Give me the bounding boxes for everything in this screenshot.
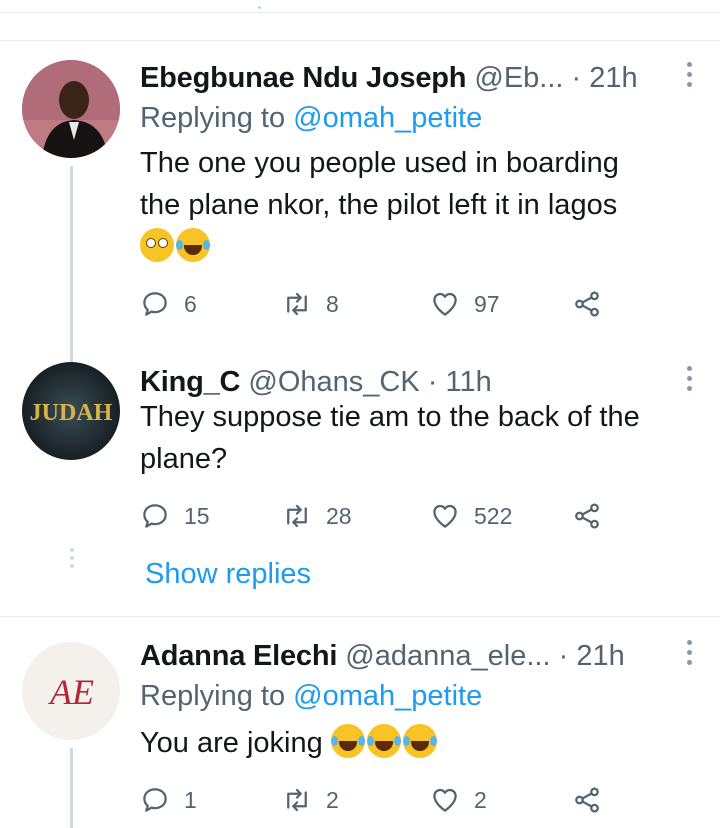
display-name[interactable]: King_C [140, 366, 241, 398]
top-dot [258, 6, 261, 9]
user-handle[interactable]: @Ohans_CK [248, 366, 419, 398]
top-divider [0, 12, 720, 13]
retweet-count: 28 [326, 502, 352, 529]
replying-to-link[interactable]: @omah_petite [293, 680, 482, 712]
divider [0, 40, 720, 41]
reply-count: 6 [184, 290, 197, 317]
like-button[interactable]: 97 [430, 284, 500, 324]
avatar-text: JUDAH [30, 400, 113, 426]
share-button[interactable] [572, 780, 616, 820]
like-count: 97 [474, 290, 500, 317]
tweet-header: Ebegbunae Ndu Joseph @Eb... · 21h [140, 58, 680, 98]
avatar-text: AE [48, 672, 94, 712]
replying-to: Replying to @omah_petite [140, 676, 482, 716]
tweet-actions: 15 28 522 [140, 496, 620, 536]
share-button[interactable] [572, 496, 616, 536]
display-name[interactable]: Ebegbunae Ndu Joseph [140, 62, 467, 94]
retweet-icon [287, 292, 307, 316]
avatar[interactable]: JUDAH [22, 362, 120, 460]
retweet-button[interactable]: 2 [282, 780, 339, 820]
tweet-text: You are joking [140, 722, 690, 764]
like-count: 2 [474, 786, 487, 813]
timestamp[interactable]: 21h [589, 62, 637, 94]
rolling-on-floor-laughing-icon [176, 228, 210, 262]
reply-button[interactable]: 6 [140, 284, 197, 324]
retweet-button[interactable]: 8 [282, 284, 339, 324]
tweet-header: Adanna Elechi @adanna_ele... · 21h [140, 636, 680, 676]
retweet-icon [287, 504, 307, 528]
tweet-text-line: The one you people used in boarding [140, 147, 619, 179]
reply-button[interactable]: 1 [140, 780, 197, 820]
display-name[interactable]: Adanna Elechi [140, 640, 337, 672]
like-count: 522 [474, 502, 513, 529]
more-options-icon[interactable] [686, 62, 694, 92]
heart-icon [433, 292, 457, 316]
more-options-icon[interactable] [686, 640, 694, 670]
more-options-icon[interactable] [686, 366, 694, 396]
retweet-icon [287, 788, 307, 812]
tweet-text-line: They suppose tie am to the back of the [140, 401, 640, 433]
emoji-row [140, 226, 690, 268]
retweet-count: 2 [326, 786, 339, 813]
face-with-tears-of-joy-icon [402, 724, 437, 758]
reply-button[interactable]: 15 [140, 496, 210, 536]
user-handle[interactable]: @Eb... [474, 62, 563, 94]
reply-count: 15 [184, 502, 210, 529]
divider [0, 616, 720, 617]
separator: · [427, 366, 438, 398]
avatar[interactable]: AE [22, 642, 120, 740]
replying-to-label: Replying to [140, 680, 294, 712]
tweet-actions: 6 8 97 [140, 284, 620, 324]
reply-icon [143, 292, 167, 316]
heart-icon [433, 788, 457, 812]
tweet-text-line: the plane nkor, the pilot left it in lag… [140, 189, 618, 221]
timestamp[interactable]: 11h [445, 366, 491, 398]
face-with-rolling-eyes-icon [140, 228, 174, 262]
share-icon [575, 787, 599, 813]
tweet-text-line: You are joking [140, 727, 323, 759]
like-button[interactable]: 522 [430, 496, 512, 536]
retweet-count: 8 [326, 290, 339, 317]
tweet-text: The one you people used in boarding the … [140, 142, 690, 268]
reply-icon [143, 504, 167, 528]
user-handle[interactable]: @adanna_ele... [345, 640, 550, 672]
share-button[interactable] [572, 284, 616, 324]
reply-icon [143, 788, 167, 812]
replying-to-label: Replying to [140, 102, 294, 134]
tweet-text-line: plane? [140, 443, 228, 475]
timestamp[interactable]: 21h [576, 640, 624, 672]
tweet-text: They suppose tie am to the back of the p… [140, 396, 690, 480]
tweet-actions: 1 2 2 [140, 780, 620, 820]
share-icon [575, 503, 599, 529]
like-button[interactable]: 2 [430, 780, 487, 820]
heart-icon [433, 504, 457, 528]
retweet-button[interactable]: 28 [282, 496, 352, 536]
separator: · [558, 640, 569, 672]
share-icon [575, 291, 599, 317]
reply-count: 1 [184, 786, 197, 813]
separator: · [571, 62, 582, 94]
thread-dots [70, 548, 74, 572]
avatar[interactable] [22, 60, 120, 158]
face-with-tears-of-joy-icon [330, 724, 365, 758]
face-with-tears-of-joy-icon [366, 724, 401, 758]
show-replies-link[interactable]: Show replies [145, 554, 311, 594]
thread-line [70, 748, 73, 828]
replying-to-link[interactable]: @omah_petite [293, 102, 482, 134]
replying-to: Replying to @omah_petite [140, 98, 482, 138]
